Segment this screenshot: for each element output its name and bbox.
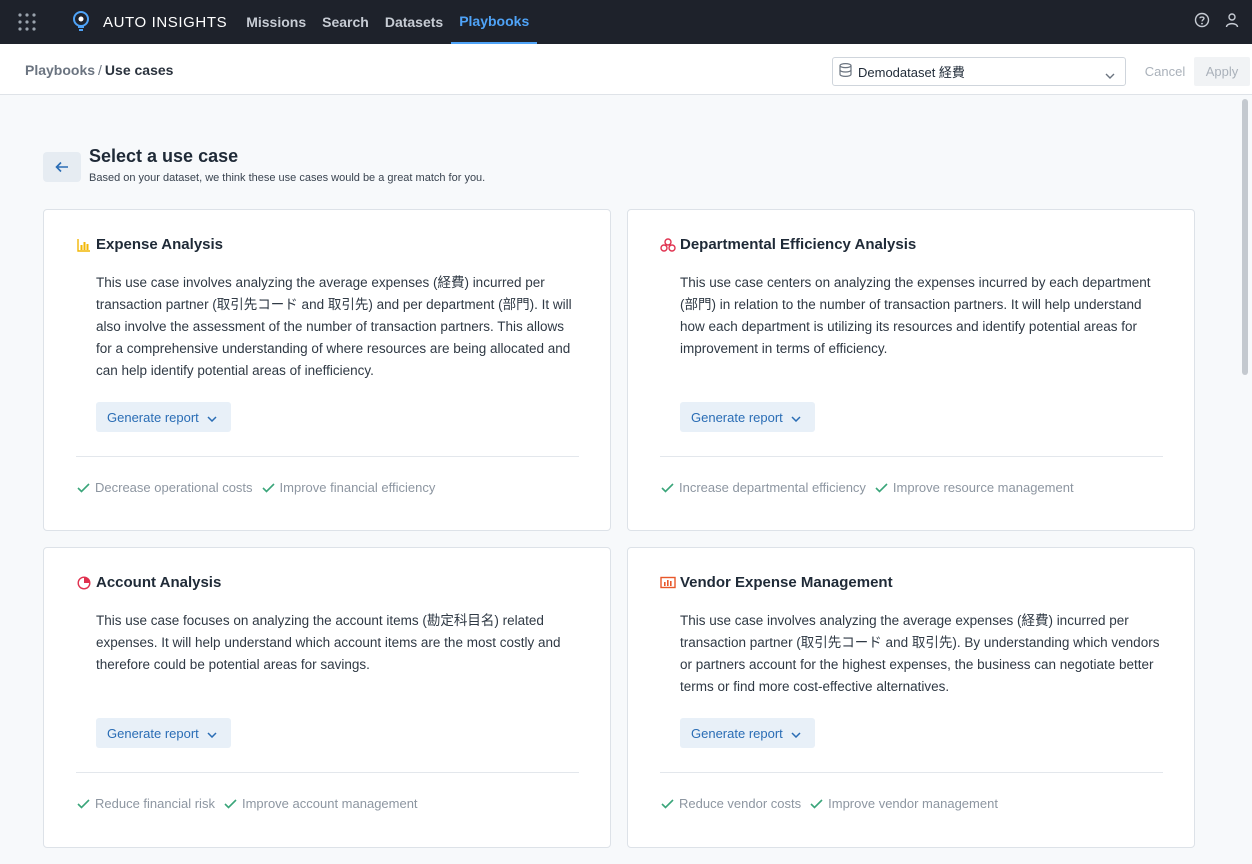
generate-report-button[interactable]: Generate report <box>96 718 231 748</box>
benefit-tag: Reduce financial risk <box>77 796 215 811</box>
benefit-label: Improve financial efficiency <box>279 480 436 495</box>
card-divider <box>76 772 579 773</box>
brand-name: AUTO INSIGHTS <box>103 13 228 31</box>
card-description: This use case focuses on analyzing the a… <box>96 613 561 672</box>
card-title: Vendor Expense Management <box>680 574 893 591</box>
benefit-tag: Improve financial efficiency <box>261 480 436 495</box>
nav-right <box>1194 0 1240 44</box>
benefit-label: Decrease operational costs <box>95 480 253 495</box>
generate-report-label: Generate report <box>107 725 199 741</box>
app-launcher-icon[interactable] <box>0 0 54 44</box>
dataset-select[interactable]: Demodataset 経費 <box>832 57 1126 86</box>
chevron-down-icon <box>207 410 217 425</box>
nav-search[interactable]: Search <box>314 0 377 44</box>
nav-missions[interactable]: Missions <box>238 0 314 44</box>
check-icon <box>661 482 674 493</box>
apply-button[interactable]: Apply <box>1194 57 1250 86</box>
chevron-down-icon <box>1105 67 1115 82</box>
database-icon <box>839 62 852 80</box>
generate-report-label: Generate report <box>691 725 783 741</box>
check-icon <box>875 482 888 493</box>
benefit-label: Reduce financial risk <box>95 796 215 811</box>
check-icon <box>77 798 90 809</box>
use-case-card-account-analysis: Account Analysis This use case focuses o… <box>43 547 611 848</box>
breadcrumb-separator: / <box>98 62 102 78</box>
card-description: This use case centers on analyzing the e… <box>680 275 1151 356</box>
check-icon <box>661 798 674 809</box>
generate-report-label: Generate report <box>107 409 199 425</box>
card-title: Departmental Efficiency Analysis <box>680 236 917 253</box>
benefit-label: Increase departmental efficiency <box>679 480 866 495</box>
help-icon[interactable] <box>1194 12 1210 33</box>
breadcrumb-current: Use cases <box>104 62 174 78</box>
card-divider <box>76 456 579 457</box>
card-description: This use case involves analyzing the ave… <box>96 275 572 378</box>
use-case-card-expense-analysis: Expense Analysis This use case involves … <box>43 209 611 531</box>
nav-playbooks[interactable]: Playbooks <box>451 0 538 44</box>
card-divider <box>660 772 1163 773</box>
bar-chart-icon <box>76 237 92 253</box>
card-header: Expense Analysis <box>76 236 223 253</box>
use-case-card-vendor-expense: Vendor Expense Management This use case … <box>627 547 1195 848</box>
arrow-left-icon <box>55 161 68 173</box>
page-subtitle: Based on your dataset, we think these us… <box>89 172 486 184</box>
cancel-button[interactable]: Cancel <box>1138 57 1192 86</box>
card-title: Account Analysis <box>96 574 222 591</box>
benefit-tag: Improve account management <box>224 796 418 811</box>
chevron-down-icon <box>791 410 801 425</box>
presentation-chart-icon <box>660 575 676 591</box>
breadcrumb-playbooks[interactable]: Playbooks <box>25 62 95 78</box>
page-header: Playbooks / Use cases Demodataset 経費 Cance… <box>0 44 1252 95</box>
use-case-card-departmental-efficiency: Departmental Efficiency Analysis This us… <box>627 209 1195 531</box>
benefit-label: Improve account management <box>241 796 418 811</box>
scrollbar[interactable] <box>1238 95 1252 864</box>
generate-report-button[interactable]: Generate report <box>96 402 231 432</box>
card-benefits: Reduce financial risk Improve account ma… <box>77 796 427 811</box>
card-benefits: Reduce vendor costs Improve vendor manag… <box>661 796 1007 811</box>
generate-report-button[interactable]: Generate report <box>680 402 815 432</box>
generate-report-button[interactable]: Generate report <box>680 718 815 748</box>
page-title: Select a use case <box>89 146 239 166</box>
benefit-tag: Increase departmental efficiency <box>661 480 866 495</box>
lightbulb-icon <box>73 11 89 31</box>
dataset-select-value: Demodataset 経費 <box>858 65 965 80</box>
pie-chart-icon <box>76 575 92 591</box>
brand-logo[interactable]: AUTO INSIGHTS <box>72 11 227 33</box>
card-title: Expense Analysis <box>96 236 224 253</box>
generate-report-label: Generate report <box>691 409 783 425</box>
top-nav: AUTO INSIGHTS Missions Search Datasets P… <box>0 0 1252 44</box>
benefit-label: Reduce vendor costs <box>679 796 802 811</box>
nav-datasets[interactable]: Datasets <box>377 0 451 44</box>
chevron-down-icon <box>207 726 217 741</box>
benefit-label: Improve vendor management <box>828 796 998 811</box>
check-icon <box>810 798 823 809</box>
card-header: Account Analysis <box>76 574 221 591</box>
benefit-tag: Decrease operational costs <box>77 480 253 495</box>
benefit-tag: Improve resource management <box>875 480 1074 495</box>
benefit-tag: Reduce vendor costs <box>661 796 801 811</box>
chevron-down-icon <box>791 726 801 741</box>
card-divider <box>660 456 1163 457</box>
check-icon <box>224 798 237 809</box>
user-icon[interactable] <box>1224 12 1240 33</box>
benefit-label: Improve resource management <box>892 480 1074 495</box>
check-icon <box>77 482 90 493</box>
card-description: This use case involves analyzing the ave… <box>680 613 1160 694</box>
card-header: Vendor Expense Management <box>660 574 893 591</box>
card-benefits: Increase departmental efficiency Improve… <box>661 480 1083 495</box>
card-benefits: Decrease operational costs Improve finan… <box>77 480 444 495</box>
benefit-tag: Improve vendor management <box>810 796 998 811</box>
check-icon <box>261 482 275 493</box>
nav-links: Missions Search Datasets Playbooks <box>238 0 538 44</box>
back-button[interactable] <box>43 152 81 182</box>
scrollbar-thumb[interactable] <box>1242 99 1248 375</box>
breadcrumb: Playbooks / Use cases <box>25 62 173 78</box>
department-icon <box>660 237 676 253</box>
card-header: Departmental Efficiency Analysis <box>660 236 916 253</box>
